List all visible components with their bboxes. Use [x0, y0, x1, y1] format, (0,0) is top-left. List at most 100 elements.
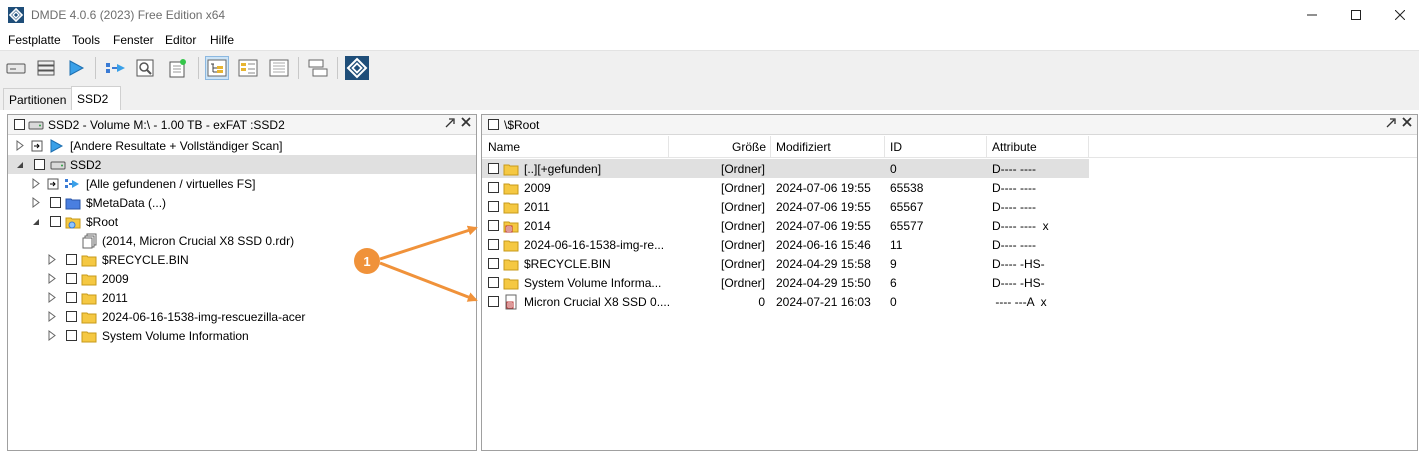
dmde-logo-button-icon[interactable] [345, 56, 369, 80]
row-recycle-bin[interactable]: $RECYCLE.BIN [Ordner] 2024-04-29 15:58 9 D--… [482, 254, 1089, 273]
column-divider[interactable] [884, 136, 885, 158]
drive-icon[interactable] [4, 56, 28, 80]
minimize-icon[interactable] [1289, 0, 1335, 30]
tree-item-2009[interactable]: 2009 [8, 269, 476, 288]
tree-item-label: 2024-06-16-1538-img-rescuezilla-acer [102, 310, 306, 324]
tree-item-checkbox[interactable] [34, 159, 45, 170]
virtual-fs-icon[interactable] [104, 56, 128, 80]
tree-item-checkbox[interactable] [66, 292, 77, 303]
collapse-arrow-icon[interactable] [16, 159, 24, 170]
cell-name: Micron Crucial X8 SSD 0.... [524, 295, 671, 309]
menu-editor[interactable]: Editor [165, 33, 196, 47]
expand-arrow-icon[interactable] [48, 273, 56, 284]
expand-arrow-icon[interactable] [48, 311, 56, 322]
tab-partitionen[interactable]: Partitionen [3, 88, 73, 110]
row-checkbox[interactable] [488, 182, 499, 193]
row-checkbox[interactable] [488, 163, 499, 174]
cell-attribute: D---- ---- [992, 200, 1036, 214]
expand-arrow-icon[interactable] [48, 254, 56, 265]
close-icon[interactable] [1377, 0, 1419, 30]
menu-festplatte[interactable]: Festplatte [8, 33, 61, 47]
expand-arrow-icon[interactable] [48, 292, 56, 303]
expand-arrow-icon[interactable] [32, 178, 40, 189]
tree-item-checkbox[interactable] [50, 216, 61, 227]
row-micron-file[interactable]: Micron Crucial X8 SSD 0.... 0 2024-07-21 1… [482, 292, 1089, 311]
row-2011[interactable]: 2011 [Ordner] 2024-07-06 19:55 65567 D---- -… [482, 197, 1089, 216]
close-panel-icon[interactable] [1402, 116, 1412, 131]
tree-item-2011[interactable]: 2011 [8, 288, 476, 307]
column-header-attribute[interactable]: Attribute [992, 140, 1037, 154]
folder-icon [503, 199, 519, 215]
tree-item-checkbox[interactable] [50, 197, 61, 208]
tree-item-checkbox[interactable] [66, 330, 77, 341]
tree-item-root[interactable]: $Root [8, 212, 476, 231]
cell-size: [Ordner] [720, 238, 765, 252]
folder-icon [503, 256, 519, 272]
expand-arrow-icon[interactable] [16, 140, 24, 151]
tree-item-checkbox[interactable] [66, 254, 77, 265]
row-checkbox[interactable] [488, 220, 499, 231]
folder-icon [503, 161, 519, 177]
cell-attribute: D---- -HS- [992, 257, 1045, 271]
row-parent-found[interactable]: [..][+gefunden] [Ordner] 0 D---- ---- [482, 159, 1089, 178]
search-file-icon[interactable] [134, 56, 158, 80]
row-rescuezilla[interactable]: 2024-06-16-1538-img-re... [Ordner] 2024-06… [482, 235, 1089, 254]
tree-item-other-results[interactable]: [Andere Resultate + Vollständiger Scan] [8, 136, 476, 155]
tab-ssd2[interactable]: SSD2 [71, 86, 121, 110]
row-system-volume[interactable]: System Volume Informa... [Ordner] 2024-04-… [482, 273, 1089, 292]
list-view-icon[interactable] [236, 56, 260, 80]
cell-modified: 2024-07-06 19:55 [776, 200, 871, 214]
expand-arrow-icon[interactable] [48, 330, 56, 341]
row-2014[interactable]: 2014 [Ordner] 2024-07-06 19:55 65577 D---- -… [482, 216, 1089, 235]
new-file-icon[interactable] [166, 56, 190, 80]
maximize-icon[interactable] [1333, 0, 1379, 30]
tree-item-metadata[interactable]: $MetaData (...) [8, 193, 476, 212]
collapse-arrow-icon[interactable] [32, 216, 40, 227]
play-icon [48, 138, 64, 154]
grid-view-icon[interactable] [267, 56, 291, 80]
menu-tools[interactable]: Tools [72, 33, 100, 47]
menu-fenster[interactable]: Fenster [113, 33, 154, 47]
column-divider[interactable] [1088, 136, 1089, 158]
pin-icon[interactable] [1386, 117, 1396, 132]
row-checkbox[interactable] [488, 201, 499, 212]
play-icon[interactable] [64, 56, 88, 80]
drive-icon [28, 117, 44, 133]
column-header-id[interactable]: ID [890, 140, 902, 154]
tree-view-icon[interactable] [205, 56, 229, 80]
row-checkbox[interactable] [488, 296, 499, 307]
cell-size: [Ordner] [720, 257, 765, 271]
cell-attribute: ---- ---A x [992, 295, 1047, 309]
menu-hilfe[interactable]: Hilfe [210, 33, 234, 47]
row-2009[interactable]: 2009 [Ordner] 2024-07-06 19:55 65538 D---- -… [482, 178, 1089, 197]
row-checkbox[interactable] [488, 277, 499, 288]
column-header-name[interactable]: Name [488, 140, 520, 154]
partitions-icon[interactable] [34, 56, 58, 80]
row-checkbox[interactable] [488, 239, 499, 250]
expand-arrow-icon[interactable] [32, 197, 40, 208]
column-divider[interactable] [986, 136, 987, 158]
tree-item-all-found[interactable]: [Alle gefundenen / virtuelles FS] [8, 174, 476, 193]
cell-name: $RECYCLE.BIN [524, 257, 611, 271]
pin-icon[interactable] [445, 117, 455, 132]
column-divider[interactable] [668, 136, 669, 158]
column-divider[interactable] [770, 136, 771, 158]
window-title: DMDE 4.0.6 (2023) Free Edition x64 [31, 8, 226, 22]
copy-sectors-icon[interactable] [306, 56, 330, 80]
tree-item-system-volume[interactable]: System Volume Information [8, 326, 476, 345]
row-checkbox[interactable] [488, 258, 499, 269]
tree-panel-header: SSD2 - Volume M:\ - 1.00 TB - exFAT :SSD… [8, 115, 476, 135]
select-all-checkbox[interactable] [14, 119, 25, 130]
column-header-modified[interactable]: Modifiziert [776, 140, 831, 154]
tree-item-recycle-bin[interactable]: $RECYCLE.BIN [8, 250, 476, 269]
tree-item-rdr-file[interactable]: (2014, Micron Crucial X8 SSD 0.rdr) [8, 231, 476, 250]
select-all-checkbox[interactable] [488, 119, 499, 130]
tree-item-ssd2[interactable]: SSD2 [8, 155, 476, 174]
folder-icon [81, 309, 97, 325]
close-panel-icon[interactable] [461, 116, 471, 131]
tree-item-checkbox[interactable] [66, 273, 77, 284]
tree-item-checkbox[interactable] [66, 311, 77, 322]
tree-item-rescuezilla[interactable]: 2024-06-16-1538-img-rescuezilla-acer [8, 307, 476, 326]
cell-attribute: D---- -HS- [992, 276, 1045, 290]
column-header-size[interactable]: Größe [732, 140, 766, 154]
